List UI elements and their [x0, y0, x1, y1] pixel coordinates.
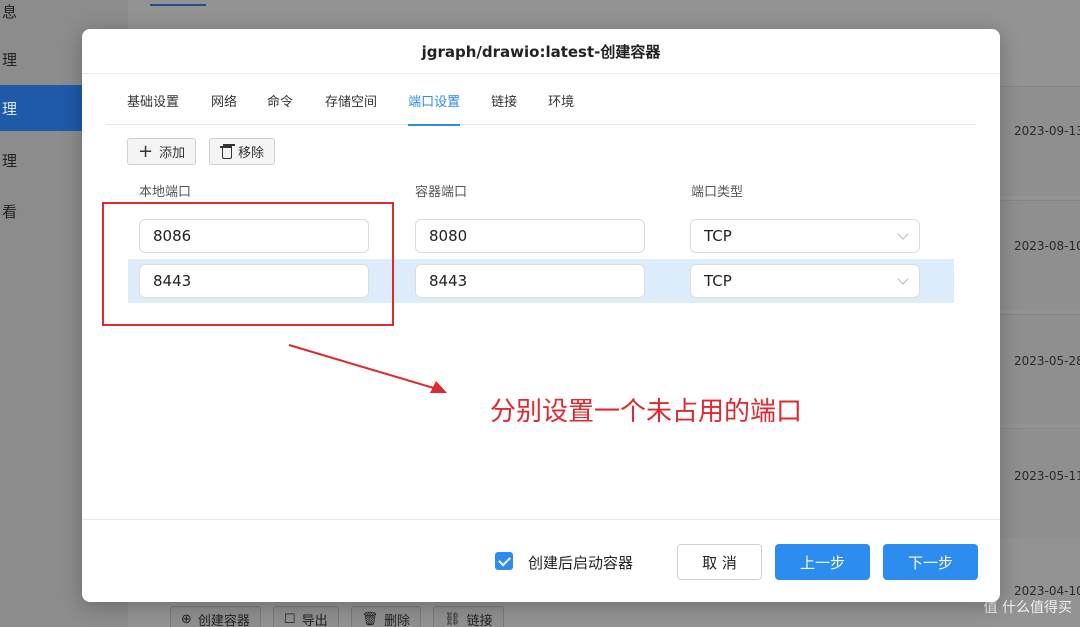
chevron-down-icon — [897, 228, 909, 240]
trash-icon — [220, 145, 232, 159]
column-header-port-type: 端口类型 — [691, 185, 744, 200]
plus-icon: + — [138, 140, 154, 162]
bg-export-button: ☐ 导出 — [272, 606, 339, 627]
start-after-create-label: 创建后启动容器 — [528, 554, 634, 572]
tab-links[interactable]: 链接 — [491, 75, 517, 125]
bg-create-container-button: ⊕ 创建容器 — [170, 606, 261, 627]
plus-circle-icon: ⊕ — [181, 611, 192, 627]
bg-button-label: 创建容器 — [197, 613, 250, 627]
container-port-input[interactable]: 8080 — [415, 219, 645, 253]
next-step-button[interactable]: 下一步 — [883, 544, 978, 580]
start-after-create-checkbox[interactable] — [495, 552, 513, 570]
bg-date: 2023-08-10 — [1014, 239, 1080, 253]
bg-toolbar: ⊕ 创建容器 ☐ 导出 🗑 删除 ⛓ 链接 — [170, 606, 504, 627]
port-type-value: TCP — [704, 227, 732, 245]
previous-step-button[interactable]: 上一步 — [775, 544, 870, 580]
remove-port-button[interactable]: 移除 — [209, 138, 276, 165]
link-icon: ⛓ — [444, 611, 461, 627]
tab-basic-settings[interactable]: 基础设置 — [127, 75, 179, 125]
tab-bar: 基础设置 网络 命令 存储空间 端口设置 链接 环境 — [106, 75, 976, 126]
bg-delete-button: 🗑 删除 — [350, 606, 422, 627]
chevron-down-icon — [897, 273, 909, 285]
add-port-button[interactable]: + 添加 — [127, 138, 197, 165]
bg-date: 2023-05-11 — [1014, 469, 1080, 483]
bg-row — [1000, 200, 1080, 310]
tab-environment[interactable]: 环境 — [548, 75, 574, 125]
annotation-highlight-box — [102, 202, 394, 326]
port-type-select[interactable]: TCP — [690, 219, 920, 253]
remove-port-label: 移除 — [238, 146, 265, 161]
bg-tab-indicator — [150, 4, 206, 6]
trash-icon: 🗑 — [361, 611, 379, 627]
container-port-input[interactable]: 8443 — [415, 264, 645, 298]
bg-date: 2023-09-13 — [1014, 124, 1080, 138]
bg-link-button: ⛓ 链接 — [433, 606, 504, 627]
tab-port-settings[interactable]: 端口设置 — [408, 75, 461, 126]
bg-row — [1000, 314, 1080, 424]
port-type-select[interactable]: TCP — [690, 264, 920, 298]
edit-icon: ☐ — [283, 611, 296, 627]
annotation-arrow-icon — [288, 344, 447, 393]
bg-date: 2023-04-10 — [1014, 584, 1080, 598]
tab-command[interactable]: 命令 — [267, 75, 293, 125]
bg-button-label: 导出 — [301, 613, 328, 627]
cancel-button[interactable]: 取 消 — [677, 544, 762, 580]
add-port-label: 添加 — [159, 146, 186, 161]
create-container-dialog: jgraph/drawio:latest-创建容器 基础设置 网络 命令 存储空… — [82, 29, 1000, 602]
tab-network[interactable]: 网络 — [211, 75, 237, 125]
footer-divider — [82, 519, 1000, 520]
bg-button-label: 删除 — [384, 613, 411, 627]
bg-row — [1000, 86, 1080, 196]
port-type-value: TCP — [704, 272, 732, 290]
column-header-container-port: 容器端口 — [415, 185, 468, 200]
dialog-title: jgraph/drawio:latest-创建容器 — [82, 29, 1000, 74]
bg-row — [1000, 428, 1080, 538]
bg-button-label: 链接 — [466, 613, 493, 627]
bg-date: 2023-05-28 — [1014, 354, 1080, 368]
tab-storage[interactable]: 存储空间 — [325, 75, 377, 125]
annotation-text: 分别设置一个未占用的端口 — [490, 397, 803, 427]
column-header-local-port: 本地端口 — [139, 185, 192, 200]
